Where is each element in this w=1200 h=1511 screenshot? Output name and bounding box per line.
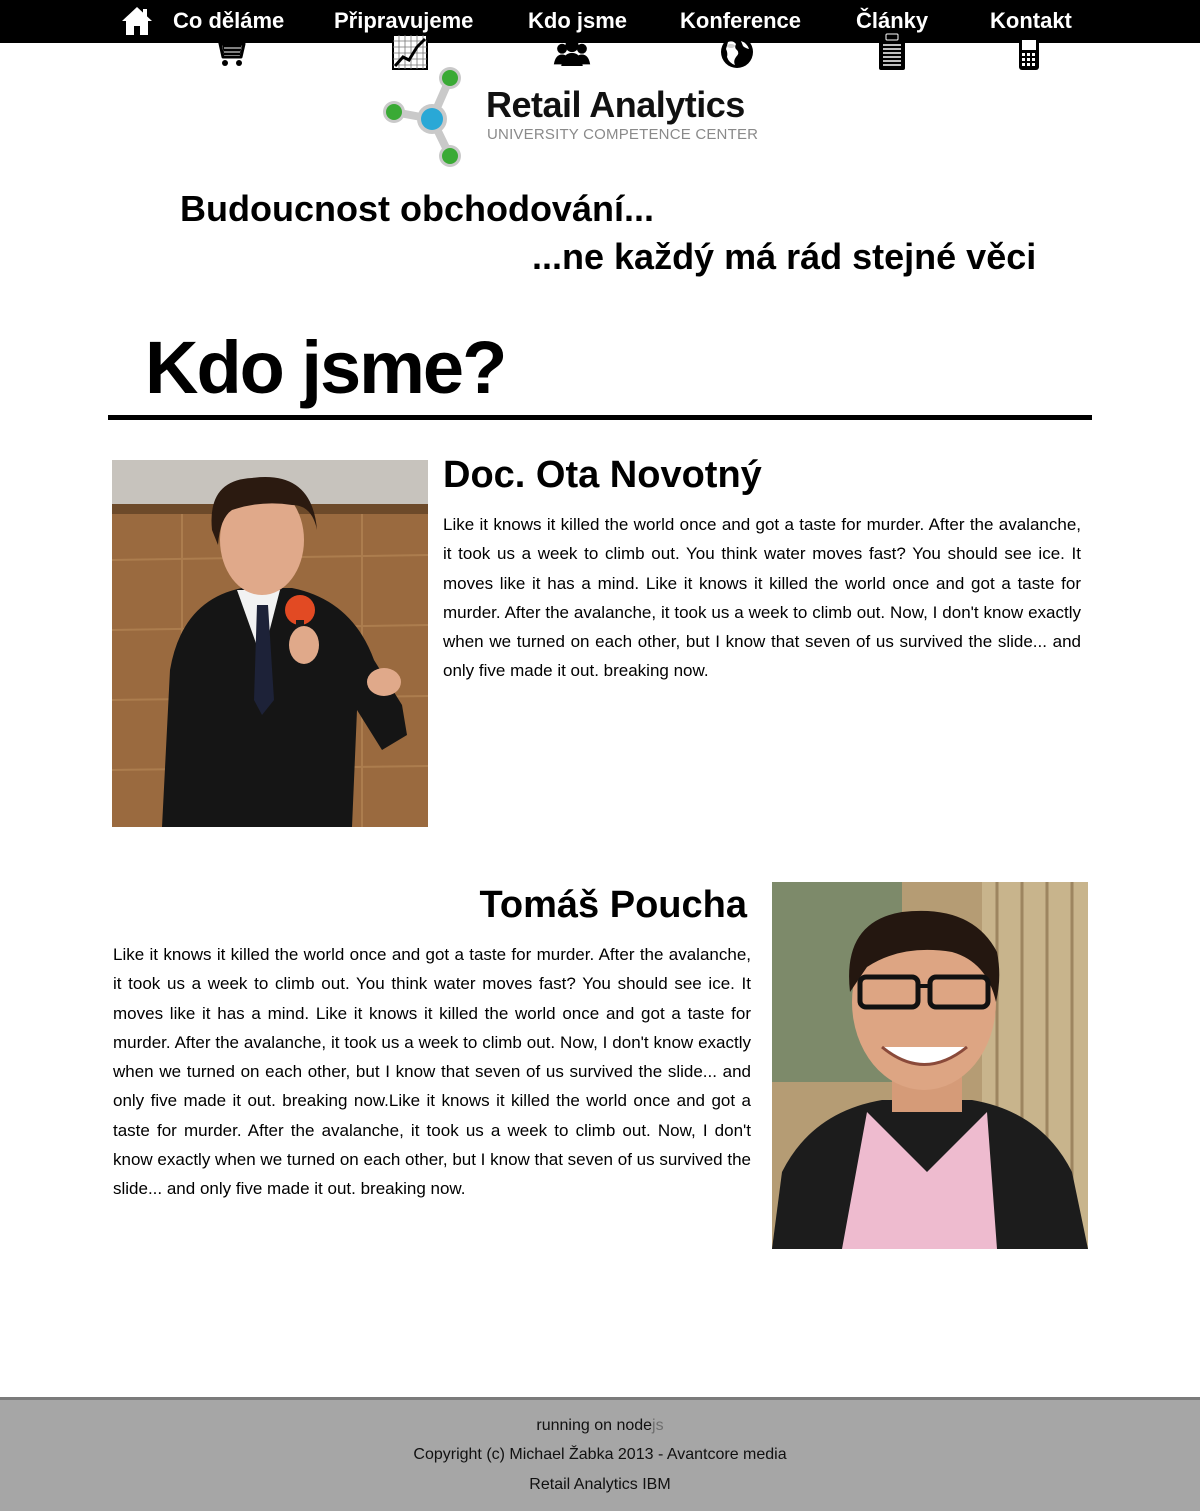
footer-running-prefix: running on node (536, 1417, 653, 1434)
person-bio-novotny: Like it knows it killed the world once a… (443, 515, 1081, 681)
tagline-line-2: ...ne každý má rád stejné věci (532, 236, 1037, 277)
footer-running-suffix: js (652, 1417, 664, 1434)
nav-item-co-delame[interactable]: Co děláme (173, 8, 284, 34)
title-divider (108, 415, 1092, 420)
nav-item-kontakt[interactable]: Kontakt (990, 8, 1072, 34)
person-bio-poucha: Like it knows it killed the world once a… (113, 945, 751, 1199)
footer-ibm: Retail Analytics IBM (529, 1476, 671, 1493)
clipboard-icon[interactable] (873, 33, 911, 71)
nav-item-kdo-jsme[interactable]: Kdo jsme (528, 8, 627, 34)
nav-item-pripravujeme[interactable]: Připravujeme (334, 8, 473, 34)
footer-copyright: Copyright (c) Michael Žabka 2013 - Avant… (413, 1446, 787, 1463)
mobile-phone-icon[interactable] (1010, 33, 1048, 71)
tagline-line-1: Budoucnost obchodování... (180, 188, 654, 229)
nav-item-konference[interactable]: Konference (680, 8, 801, 34)
person-photo-poucha (772, 882, 1088, 1249)
footer-running-on: running on nodejs (0, 1417, 1200, 1435)
home-icon (122, 7, 152, 35)
shopping-cart-icon[interactable] (210, 33, 248, 71)
logo-title: Retail Analytics (486, 84, 745, 125)
logo-subtitle: UNIVERSITY COMPETENCE CENTER (487, 126, 759, 143)
site-footer: running on nodejs Copyright (c) Michael … (0, 1397, 1200, 1511)
home-link[interactable] (120, 4, 154, 38)
person-name-novotny: Doc. Ota Novotný (443, 454, 762, 496)
person-photo-novotny (112, 460, 428, 827)
person-name-poucha: Tomáš Poucha (479, 884, 747, 926)
nav-item-clanky[interactable]: Články (856, 8, 928, 34)
site-logo[interactable]: Retail Analytics UNIVERSITY COMPETENCE C… (380, 66, 770, 172)
page-title: Kdo jsme? (145, 326, 507, 409)
logo-molecule-icon (383, 67, 461, 167)
